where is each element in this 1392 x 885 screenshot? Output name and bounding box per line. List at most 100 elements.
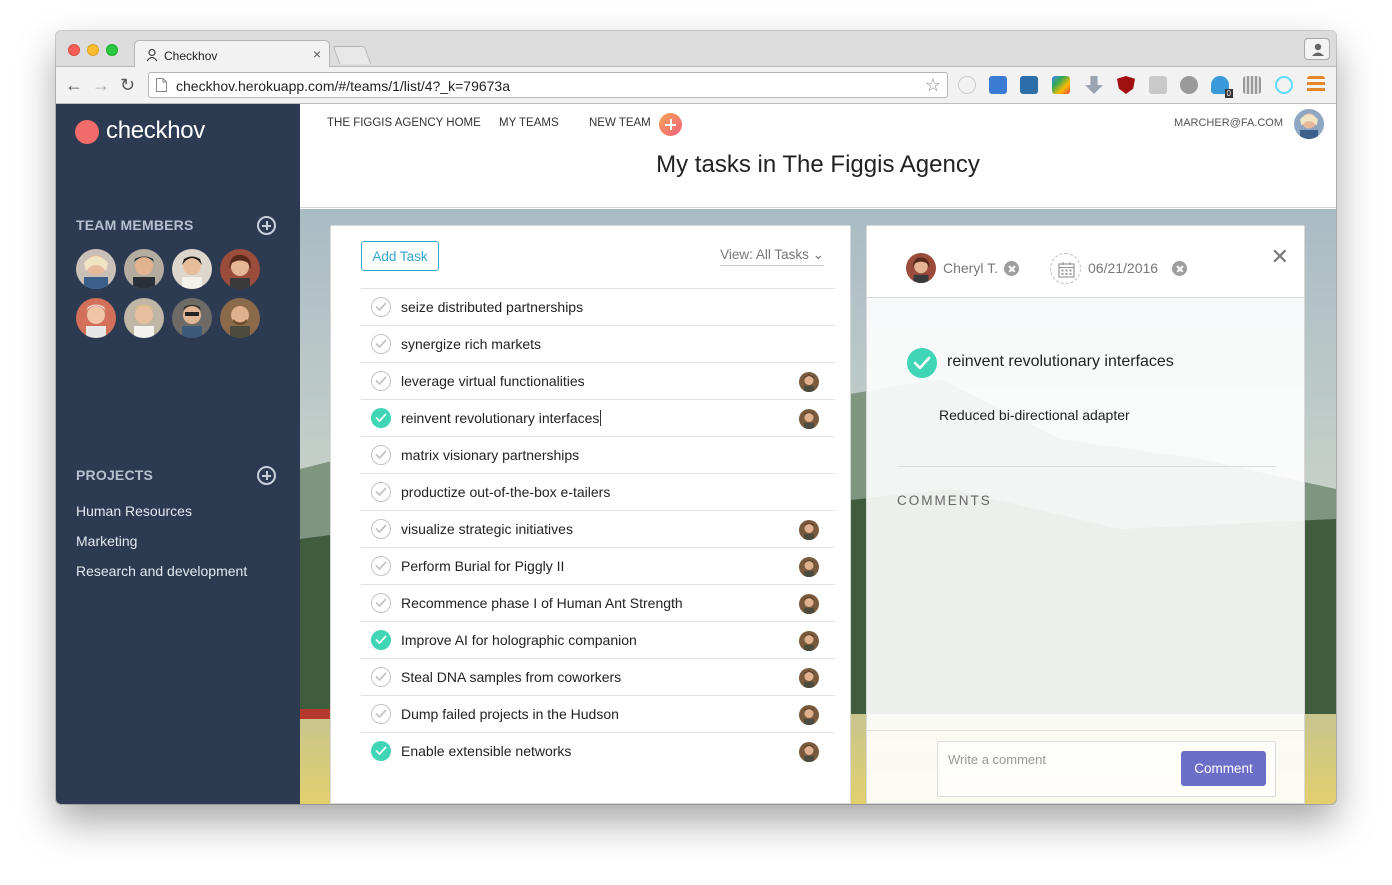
forward-button[interactable]: → bbox=[92, 75, 110, 95]
browser-tab[interactable]: Checkhov × bbox=[134, 40, 330, 68]
address-bar[interactable]: checkhov.herokuapp.com/#/teams/1/list/4?… bbox=[148, 72, 948, 98]
menu-icon[interactable] bbox=[1307, 76, 1325, 94]
task-row[interactable]: matrix visionary partnerships bbox=[361, 436, 835, 473]
task-title[interactable]: visualize strategic initiatives bbox=[401, 521, 573, 537]
task-title[interactable]: Perform Burial for Piggly II bbox=[401, 558, 564, 574]
new-tab-button[interactable] bbox=[332, 46, 372, 64]
task-complete-checkbox[interactable] bbox=[371, 334, 391, 354]
task-assignee-avatar[interactable] bbox=[799, 520, 819, 540]
remove-assignee-icon[interactable] bbox=[1004, 261, 1019, 276]
task-complete-checkbox[interactable] bbox=[371, 445, 391, 465]
task-row[interactable]: Perform Burial for Piggly II bbox=[361, 547, 835, 584]
nav-new-team-link[interactable]: NEW TEAM bbox=[589, 117, 651, 129]
project-link-human-resources[interactable]: Human Resources bbox=[76, 503, 192, 519]
nav-my-teams-link[interactable]: MY TEAMS bbox=[499, 117, 559, 129]
task-row[interactable]: synergize rich markets bbox=[361, 325, 835, 362]
task-row[interactable]: leverage virtual functionalities bbox=[361, 362, 835, 399]
project-link-marketing[interactable]: Marketing bbox=[76, 533, 137, 549]
task-row[interactable]: Improve AI for holographic companion bbox=[361, 621, 835, 658]
app-logo[interactable]: checkhov bbox=[106, 117, 205, 145]
task-assignee-avatar[interactable] bbox=[799, 631, 819, 651]
extension-a-icon[interactable] bbox=[958, 76, 976, 94]
task-row[interactable]: visualize strategic initiatives bbox=[361, 510, 835, 547]
task-title[interactable]: Recommence phase I of Human Ant Strength bbox=[401, 595, 683, 611]
member-avatar[interactable] bbox=[220, 249, 260, 289]
task-complete-checkbox[interactable] bbox=[371, 519, 391, 539]
member-avatar[interactable] bbox=[172, 298, 212, 338]
rss-icon[interactable] bbox=[1149, 76, 1167, 94]
task-assignee-avatar[interactable] bbox=[799, 594, 819, 614]
member-avatar[interactable] bbox=[124, 298, 164, 338]
task-complete-checkbox[interactable] bbox=[371, 704, 391, 724]
task-assignee-avatar[interactable] bbox=[799, 409, 819, 429]
task-complete-toggle[interactable] bbox=[907, 348, 937, 378]
member-avatar[interactable] bbox=[172, 249, 212, 289]
task-title[interactable]: Dump failed projects in the Hudson bbox=[401, 706, 619, 722]
task-detail-description[interactable]: Reduced bi-directional adapter bbox=[939, 407, 1130, 423]
close-detail-icon[interactable]: ✕ bbox=[1271, 246, 1289, 268]
member-avatar[interactable] bbox=[76, 298, 116, 338]
task-title[interactable]: Enable extensible networks bbox=[401, 743, 571, 759]
task-assignee-avatar[interactable] bbox=[799, 372, 819, 392]
task-row[interactable]: Enable extensible networks bbox=[361, 732, 835, 769]
add-project-icon[interactable] bbox=[257, 466, 276, 485]
project-link-research-and-development[interactable]: Research and development bbox=[76, 563, 247, 579]
task-row[interactable]: reinvent revolutionary interfaces bbox=[361, 399, 835, 436]
task-complete-checkbox[interactable] bbox=[371, 630, 391, 650]
calendar-icon[interactable] bbox=[1050, 253, 1081, 284]
download-icon[interactable] bbox=[1085, 76, 1103, 94]
add-task-button[interactable]: Add Task bbox=[361, 241, 439, 271]
task-complete-checkbox[interactable] bbox=[371, 667, 391, 687]
task-assignee-avatar[interactable] bbox=[799, 705, 819, 725]
remove-due-date-icon[interactable] bbox=[1172, 261, 1187, 276]
task-assignee-avatar[interactable] bbox=[799, 668, 819, 688]
task-row[interactable]: Dump failed projects in the Hudson bbox=[361, 695, 835, 732]
bookmark-star-icon[interactable]: ☆ bbox=[925, 75, 941, 96]
ghostery-icon[interactable]: 0 bbox=[1211, 76, 1233, 98]
add-team-member-icon[interactable] bbox=[257, 216, 276, 235]
task-title[interactable]: Improve AI for holographic companion bbox=[401, 632, 637, 648]
comment-input[interactable] bbox=[948, 752, 1168, 767]
member-avatar[interactable] bbox=[124, 249, 164, 289]
member-avatar[interactable] bbox=[76, 249, 116, 289]
view-filter-dropdown[interactable]: View: All Tasks ⌄ bbox=[720, 247, 824, 266]
extension-google-icon[interactable] bbox=[1052, 76, 1070, 94]
back-button[interactable]: ← bbox=[65, 75, 83, 95]
profile-button[interactable] bbox=[1304, 38, 1330, 60]
task-complete-checkbox[interactable] bbox=[371, 741, 391, 761]
comment-submit-button[interactable]: Comment bbox=[1181, 751, 1266, 786]
zoom-window-button[interactable] bbox=[106, 44, 118, 56]
ublock-shield-icon[interactable] bbox=[1117, 76, 1135, 94]
extension-s-icon[interactable] bbox=[1020, 76, 1038, 94]
due-date[interactable]: 06/21/2016 bbox=[1088, 260, 1158, 276]
task-complete-checkbox[interactable] bbox=[371, 482, 391, 502]
task-title[interactable]: productize out-of-the-box e-tailers bbox=[401, 484, 610, 500]
task-assignee-avatar[interactable] bbox=[799, 742, 819, 762]
minimize-window-button[interactable] bbox=[87, 44, 99, 56]
user-email[interactable]: MARCHER@FA.COM bbox=[1174, 117, 1283, 129]
react-devtools-icon[interactable] bbox=[1275, 76, 1293, 94]
tab-close-icon[interactable]: × bbox=[313, 47, 321, 61]
bars-icon[interactable] bbox=[1243, 76, 1261, 94]
task-title[interactable]: seize distributed partnerships bbox=[401, 299, 583, 315]
task-assignee-avatar[interactable] bbox=[799, 557, 819, 577]
task-row[interactable]: productize out-of-the-box e-tailers bbox=[361, 473, 835, 510]
task-complete-checkbox[interactable] bbox=[371, 556, 391, 576]
task-row[interactable]: Steal DNA samples from coworkers bbox=[361, 658, 835, 695]
assignee-avatar[interactable] bbox=[906, 253, 936, 283]
user-avatar[interactable] bbox=[1294, 109, 1324, 139]
task-row[interactable]: Recommence phase I of Human Ant Strength bbox=[361, 584, 835, 621]
member-avatar[interactable] bbox=[220, 298, 260, 338]
task-title[interactable]: synergize rich markets bbox=[401, 336, 541, 352]
bolt-icon[interactable] bbox=[1180, 76, 1198, 94]
task-title[interactable]: reinvent revolutionary interfaces bbox=[401, 410, 602, 426]
task-title[interactable]: Steal DNA samples from coworkers bbox=[401, 669, 621, 685]
task-complete-checkbox[interactable] bbox=[371, 408, 391, 428]
reload-button[interactable]: ↻ bbox=[120, 75, 135, 95]
task-complete-checkbox[interactable] bbox=[371, 371, 391, 391]
new-team-plus-icon[interactable] bbox=[659, 113, 682, 136]
extension-window-icon[interactable] bbox=[989, 76, 1007, 94]
task-row[interactable]: seize distributed partnerships bbox=[361, 288, 835, 325]
task-title[interactable]: leverage virtual functionalities bbox=[401, 373, 585, 389]
task-detail-title[interactable]: reinvent revolutionary interfaces bbox=[947, 353, 1174, 371]
